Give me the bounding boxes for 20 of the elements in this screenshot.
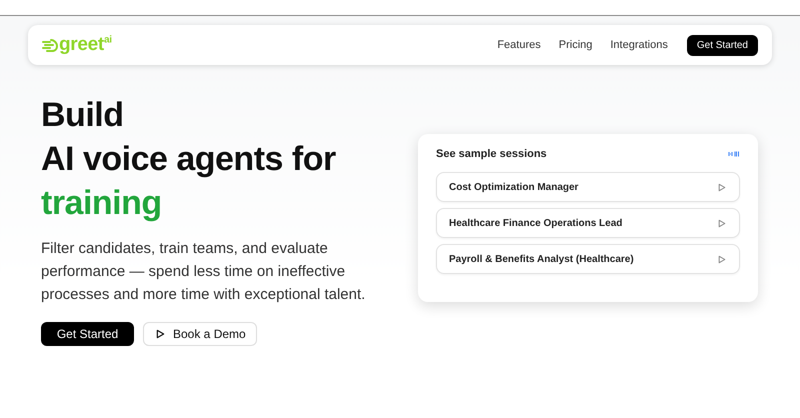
play-icon — [156, 329, 165, 339]
waveform-icon — [728, 151, 740, 157]
get-started-button[interactable]: Get Started — [41, 322, 134, 346]
session-item[interactable]: Healthcare Finance Operations Lead — [436, 208, 740, 238]
description: Filter candidates, train teams, and evaluate performance — spend less time on ineffective processes and more time with exceptional talent. — [41, 239, 366, 305]
headline: training — [41, 183, 163, 224]
get-started-button[interactable]: Get Started — [686, 34, 758, 56]
logo-icon — [42, 38, 58, 52]
headline: AI voice agents for — [41, 139, 337, 180]
nav-link[interactable]: Integrations — [610, 39, 668, 51]
card-title: See sample sessions — [436, 148, 547, 160]
session-item[interactable]: Cost Optimization Manager — [436, 172, 740, 202]
play-icon — [718, 254, 726, 264]
headline: Build — [41, 95, 124, 136]
play-icon — [718, 182, 726, 192]
book-demo-button[interactable]: Book a Demo — [143, 322, 257, 346]
nav-link[interactable]: Features — [497, 39, 541, 51]
session-item[interactable]: Payroll & Benefits Analyst (Healthcare) — [436, 244, 740, 274]
play-icon — [718, 218, 726, 228]
nav-link[interactable]: Pricing — [558, 39, 592, 51]
